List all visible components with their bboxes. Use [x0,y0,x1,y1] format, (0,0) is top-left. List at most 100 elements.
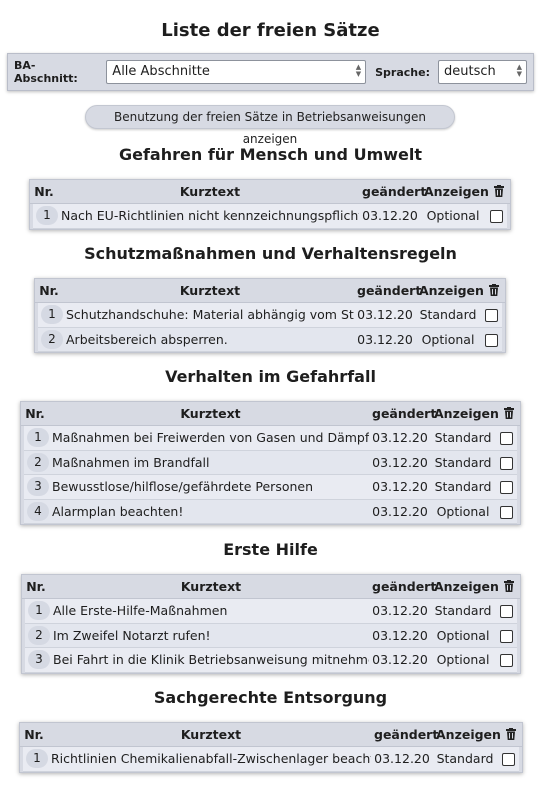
table-row[interactable]: 1 Richtlinien Chemikalienabfall-Zwischenl… [23,747,519,772]
table-row[interactable]: 4 Alarmplan beachten! 03.12.20 Optional [24,499,517,524]
delete-checkbox[interactable] [499,432,513,446]
delete-checkbox[interactable] [499,456,513,470]
trash-icon[interactable] [488,184,510,199]
language-select[interactable]: deutsch ▲ ▼ [437,60,527,84]
section-title: Sachgerechte Entsorgung [153,688,388,707]
table-header: Nr. Kurztext geändert Anzeigen [35,279,505,303]
table-header: Nr. Kurztext geändert Anzeigen [20,723,522,747]
filter-bar: BA-Abschnitt: Alle Abschnitte ▲ ▼ Sprache… [7,53,534,91]
row-date: 03.12.20 [372,454,428,470]
sentence-table: Nr. Kurztext geändert Anzeigen 1 Alle Erste-H… [21,574,521,674]
row-date: 03.12.20 [362,208,418,224]
delete-checkbox[interactable] [499,654,513,668]
delete-checkbox[interactable] [499,605,513,619]
col-nr-header[interactable]: Nr. [20,727,48,742]
table-row[interactable]: 3 Bewusstlose/hilflose/gefährdete Persone… [24,475,517,500]
row-show-mode[interactable]: Standard [433,751,497,766]
row-show-mode[interactable]: Optional [431,628,495,643]
table-row[interactable]: 2 Arbeitsbereich absperren. 03.12.20 Option… [38,327,502,352]
show-usage-button[interactable]: Benutzung der freien Sätze in Betriebsan… [85,105,455,146]
delete-checkbox[interactable] [489,210,503,224]
sentence-table: Nr. Kurztext geändert Anzeigen 1 Richtlinien … [19,722,523,773]
col-show-header[interactable]: Anzeigen [419,283,484,298]
row-text[interactable]: Alarmplan beachten! [52,504,369,519]
table-header: Nr. Kurztext geändert Anzeigen [21,402,520,426]
col-changed-header[interactable]: geändert [374,727,438,742]
table-row[interactable]: 1 Alle Erste-Hilfe-Maßnahmen 03.12.20 Stand… [25,599,517,624]
col-nr-header[interactable]: Nr. [22,579,50,594]
sentence-table: Nr. Kurztext geändert Anzeigen 1 Nach EU-Rich… [29,179,511,230]
col-show-header[interactable]: Anzeigen [434,406,499,421]
row-date: 03.12.20 [372,627,428,643]
row-show-mode[interactable]: Standard [431,603,495,618]
row-show-mode[interactable]: Optional [431,652,495,667]
delete-checkbox[interactable] [484,333,498,347]
delete-checkbox[interactable] [499,505,513,519]
row-show-mode[interactable]: Standard [431,479,495,494]
sentence-table: Nr. Kurztext geändert Anzeigen 1 Maßnahmen be… [20,401,521,525]
section-select[interactable]: Alle Abschnitte ▲ ▼ [106,60,367,84]
row-show-mode[interactable]: Standard [431,455,495,470]
table-row[interactable]: 3 Bei Fahrt in die Klinik Betriebsanweisu… [25,648,517,673]
row-text[interactable]: Alle Erste-Hilfe-Maßnahmen [53,603,369,618]
row-show-mode[interactable]: Optional [421,208,485,223]
table-header: Nr. Kurztext geändert Anzeigen [22,575,520,599]
trash-icon[interactable] [498,579,520,594]
row-text[interactable]: Bei Fahrt in die Klinik Betriebsanweisun… [53,652,369,667]
table-row[interactable]: 2 Maßnahmen im Brandfall 03.12.20 Standard [24,450,517,475]
row-date: 03.12.20 [374,751,430,767]
row-text[interactable]: Bewusstlose/hilflose/gefährdete Personen [52,479,369,494]
section-title: Gefahren für Mensch und Umwelt [118,145,422,164]
col-nr-header[interactable]: Nr. [30,184,58,199]
col-nr-header[interactable]: Nr. [35,283,63,298]
trash-icon[interactable] [500,727,522,742]
col-changed-header[interactable]: geändert [372,406,436,421]
row-date: 03.12.20 [372,503,428,519]
row-text[interactable]: Richtlinien Chemikalienabfall-Zwischenla… [51,751,371,766]
row-number: 2 [41,329,63,349]
col-text-header[interactable]: Kurztext [48,727,374,742]
col-text-header[interactable]: Kurztext [49,406,372,421]
row-text[interactable]: Arbeitsbereich absperren. [66,332,354,347]
section-filter-label: BA-Abschnitt: [14,59,78,85]
row-date: 03.12.20 [372,479,428,495]
col-show-header[interactable]: Anzeigen [434,579,499,594]
col-show-header[interactable]: Anzeigen [424,184,489,199]
row-number: 3 [28,650,50,670]
delete-checkbox[interactable] [499,481,513,495]
table-row[interactable]: 2 Im Zweifel Notarzt rufen! 03.12.20 Option… [25,623,517,648]
delete-checkbox[interactable] [484,309,498,323]
row-number: 2 [27,452,49,472]
col-nr-header[interactable]: Nr. [21,406,49,421]
row-show-mode[interactable]: Standard [416,307,480,322]
table-row[interactable]: 1 Nach EU-Richtlinien nicht kennzeichnung… [33,204,507,229]
col-text-header[interactable]: Kurztext [50,579,372,594]
delete-checkbox[interactable] [501,753,515,767]
select-arrows-icon: ▲ ▼ [516,63,522,78]
delete-checkbox[interactable] [499,629,513,643]
row-text[interactable]: Schutzhandschuhe: Material abhängig vom … [66,307,354,322]
trash-icon[interactable] [498,406,520,421]
row-number: 3 [27,477,49,497]
page-title: Liste der freien Sätze [161,20,380,41]
row-date: 03.12.20 [357,307,413,323]
row-show-mode[interactable]: Optional [431,504,495,519]
sentence-table: Nr. Kurztext geändert Anzeigen 1 Schutzhandsc… [34,278,506,353]
col-show-header[interactable]: Anzeigen [436,727,501,742]
col-text-header[interactable]: Kurztext [58,184,362,199]
row-text[interactable]: Nach EU-Richtlinien nicht kennzeichnungs… [61,208,359,223]
row-text[interactable]: Im Zweifel Notarzt rufen! [53,628,369,643]
row-text[interactable]: Maßnahmen bei Freiwerden von Gasen und D… [52,430,369,445]
row-show-mode[interactable]: Standard [431,430,495,445]
col-text-header[interactable]: Kurztext [63,283,357,298]
col-changed-header[interactable]: geändert [362,184,426,199]
table-header: Nr. Kurztext geändert Anzeigen [30,180,510,204]
row-show-mode[interactable]: Optional [416,332,480,347]
trash-icon[interactable] [483,283,505,298]
col-changed-header[interactable]: geändert [357,283,421,298]
table-row[interactable]: 1 Schutzhandschuhe: Material abhängig vom… [38,303,502,328]
col-changed-header[interactable]: geändert [372,579,436,594]
row-text[interactable]: Maßnahmen im Brandfall [52,455,369,470]
table-row[interactable]: 1 Maßnahmen bei Freiwerden von Gasen und … [24,426,517,451]
section-title: Erste Hilfe [223,540,318,559]
